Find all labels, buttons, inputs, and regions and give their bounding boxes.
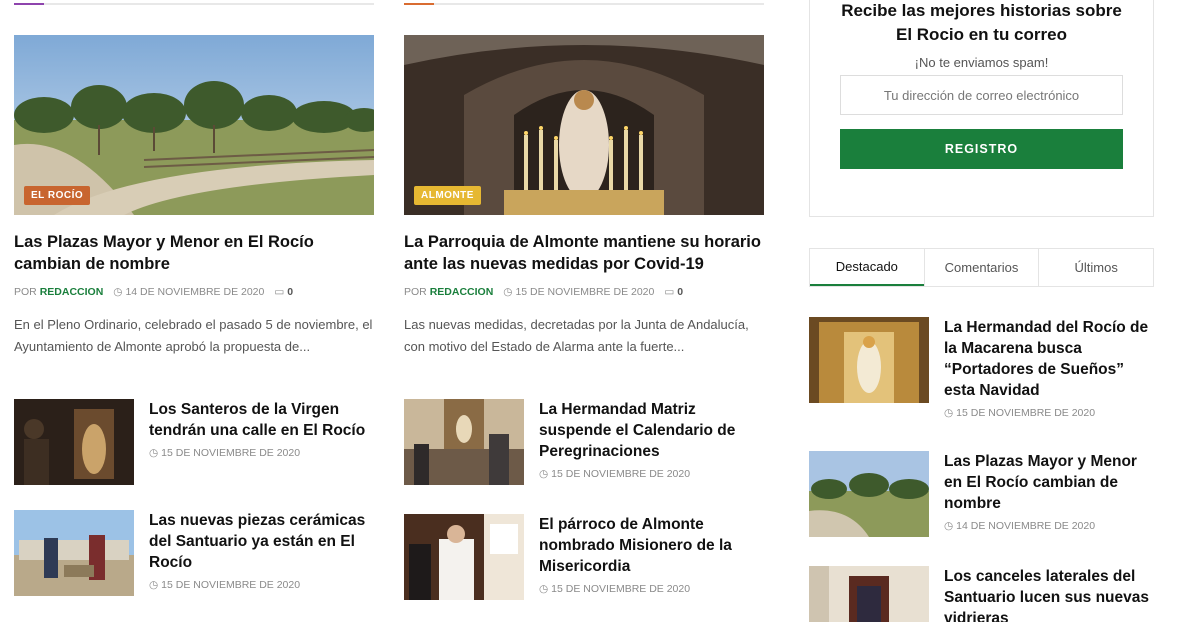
author-byline: POR REDACCION [404, 286, 494, 298]
category-badge[interactable]: EL ROCÍO [24, 186, 91, 205]
clock-icon: ◷ [539, 468, 549, 480]
post-date: ◷ 15 DE NOVIEMBRE DE 2020 [539, 468, 691, 480]
list-item-title[interactable]: Los Santeros de la Virgen tendrán una ca… [149, 399, 374, 441]
thumbnail[interactable] [14, 510, 134, 596]
clock-icon: ◷ [503, 286, 513, 298]
clock-icon: ◷ [113, 286, 123, 298]
tab-ultimos[interactable]: Últimos [1038, 249, 1153, 286]
list-item-title[interactable]: Las Plazas Mayor y Menor en El Rocío cam… [944, 451, 1154, 514]
comment-icon: ▭ [664, 286, 675, 298]
post-date: ◷ 15 DE NOVIEMBRE DE 2020 [149, 447, 301, 459]
tab-destacado[interactable]: Destacado [810, 249, 924, 286]
post-date: ◷ 14 DE NOVIEMBRE DE 2020 [113, 286, 265, 298]
list-item-title[interactable]: Los canceles laterales del Santuario luc… [944, 566, 1154, 622]
list-item[interactable]: La Hermandad Matriz suspende el Calendar… [404, 399, 764, 485]
thumbnail[interactable] [404, 399, 524, 485]
thumbnail[interactable] [809, 566, 929, 622]
email-field[interactable] [840, 75, 1123, 115]
list-item[interactable]: Las Plazas Mayor y Menor en El Rocío cam… [809, 451, 1154, 537]
post-date: ◷ 14 DE NOVIEMBRE DE 2020 [944, 520, 1096, 532]
thumbnail[interactable] [809, 317, 929, 403]
sidebar-tabs: Destacado Comentarios Últimos [809, 248, 1154, 287]
clock-icon: ◷ [539, 583, 549, 595]
list-item[interactable]: Los canceles laterales del Santuario luc… [809, 566, 1154, 622]
list-item[interactable]: Los Santeros de la Virgen tendrán una ca… [14, 399, 374, 485]
author-byline: POR REDACCION [14, 286, 104, 298]
news-column-left: EL ROCÍO Las Plazas Mayor y Menor en El … [14, 35, 374, 596]
author-link[interactable]: REDACCION [40, 286, 104, 298]
featured-title[interactable]: La Parroquia de Almonte mantiene su hora… [404, 231, 764, 275]
list-item[interactable]: El párroco de Almonte nombrado Misionero… [404, 514, 764, 600]
post-meta: POR REDACCION ◷ 15 DE NOVIEMBRE DE 2020 ▭… [404, 286, 764, 298]
post-excerpt: En el Pleno Ordinario, celebrado el pasa… [14, 317, 373, 354]
list-item[interactable]: La Hermandad del Rocío de la Macarena bu… [809, 317, 1154, 419]
clock-icon: ◷ [944, 407, 954, 419]
newsletter-title: Recibe las mejores historias sobre El Ro… [841, 1, 1122, 44]
thumbnail[interactable] [14, 399, 134, 485]
post-date: ◷ 15 DE NOVIEMBRE DE 2020 [944, 407, 1096, 419]
register-button[interactable]: REGISTRO [840, 129, 1123, 169]
list-item-title[interactable]: La Hermandad del Rocío de la Macarena bu… [944, 317, 1154, 401]
comments-count[interactable]: ▭ 0 [664, 286, 683, 298]
clock-icon: ◷ [149, 447, 159, 459]
list-item-title[interactable]: Las nuevas piezas cerámicas del Santuari… [149, 510, 374, 573]
newsletter-note: ¡No te enviamos spam! [914, 55, 1049, 70]
list-item-title[interactable]: El párroco de Almonte nombrado Misionero… [539, 514, 764, 577]
thumbnail[interactable] [404, 514, 524, 600]
list-item-title[interactable]: La Hermandad Matriz suspende el Calendar… [539, 399, 764, 462]
post-date: ◷ 15 DE NOVIEMBRE DE 2020 [503, 286, 655, 298]
featured-title[interactable]: Las Plazas Mayor y Menor en El Rocío cam… [14, 231, 374, 275]
clock-icon: ◷ [149, 579, 159, 591]
post-date: ◷ 15 DE NOVIEMBRE DE 2020 [149, 579, 301, 591]
comment-icon: ▭ [274, 286, 285, 298]
news-column-right: ALMONTE La Parroquia de Almonte mantiene… [404, 35, 764, 600]
featured-image-parroquia[interactable]: ALMONTE [404, 35, 764, 215]
thumbnail[interactable] [809, 451, 929, 537]
newsletter-widget: Recibe las mejores historias sobre El Ro… [809, 0, 1154, 217]
section-underline-left [14, 3, 374, 5]
clock-icon: ◷ [944, 520, 954, 532]
section-underline-right [404, 3, 764, 5]
post-meta: POR REDACCION ◷ 14 DE NOVIEMBRE DE 2020 ▭… [14, 286, 374, 298]
post-date: ◷ 15 DE NOVIEMBRE DE 2020 [539, 583, 691, 595]
category-badge[interactable]: ALMONTE [414, 186, 481, 205]
sidebar-post-list: La Hermandad del Rocío de la Macarena bu… [809, 317, 1154, 622]
list-item[interactable]: Las nuevas piezas cerámicas del Santuari… [14, 510, 374, 596]
author-link[interactable]: REDACCION [430, 286, 494, 298]
comments-count[interactable]: ▭ 0 [274, 286, 293, 298]
post-excerpt: Las nuevas medidas, decretadas por la Ju… [404, 317, 749, 354]
featured-image-plazas[interactable]: EL ROCÍO [14, 35, 374, 215]
tab-comentarios[interactable]: Comentarios [923, 249, 1039, 286]
